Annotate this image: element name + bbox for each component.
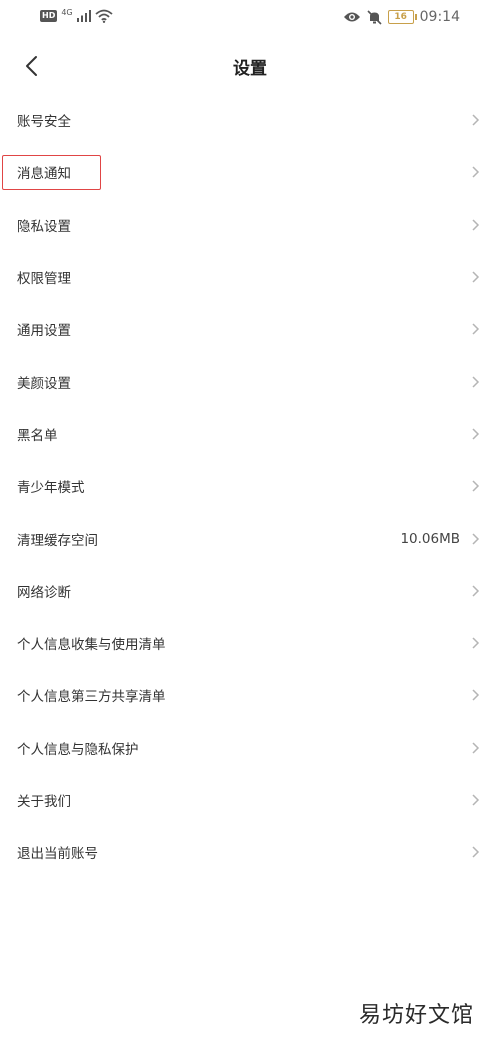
chevron-right-icon — [472, 585, 480, 597]
page-title: 设置 — [233, 59, 267, 79]
settings-item[interactable]: 个人信息与隐私保护 — [0, 722, 500, 774]
settings-item-label: 关于我们 — [17, 794, 71, 810]
settings-item[interactable]: 权限管理 — [0, 251, 500, 303]
chevron-right-icon — [472, 846, 480, 858]
chevron-right-icon — [472, 794, 480, 806]
battery-level: 16 — [394, 12, 407, 22]
chevron-right-icon — [472, 428, 480, 440]
settings-item[interactable]: 通用设置 — [0, 303, 500, 355]
settings-list: 账号安全消息通知隐私设置权限管理通用设置美颜设置黑名单青少年模式清理缓存空间 10… — [0, 94, 500, 878]
wifi-icon — [95, 9, 113, 23]
status-bar: HD 4G 16 09:14 — [0, 0, 500, 38]
chevron-right-icon — [472, 219, 480, 231]
status-right: 16 09:14 — [343, 9, 460, 25]
chevron-right-icon — [472, 376, 480, 388]
settings-item-value: 10.06MB — [400, 530, 460, 547]
settings-item[interactable]: 美颜设置 — [0, 355, 500, 407]
chevron-right-icon — [472, 271, 480, 283]
network-type: 4G — [61, 8, 73, 17]
settings-item[interactable]: 个人信息第三方共享清单 — [0, 669, 500, 721]
nav-bar: 设置 — [0, 40, 500, 92]
settings-item-label: 青少年模式 — [17, 480, 85, 497]
bell-mute-icon — [367, 9, 382, 25]
settings-item-label: 个人信息与隐私保护 — [17, 741, 139, 758]
settings-item[interactable]: 清理缓存空间 10.06MB — [0, 512, 500, 564]
settings-item-label: 网络诊断 — [17, 584, 71, 601]
settings-item-label: 退出当前账号 — [17, 846, 98, 863]
settings-item[interactable]: 关于我们 — [0, 774, 500, 826]
eye-icon — [343, 12, 360, 22]
settings-item[interactable]: 账号安全 — [0, 94, 500, 146]
settings-item-label: 账号安全 — [17, 114, 71, 131]
settings-item-label: 黑名单 — [17, 427, 58, 444]
chevron-right-icon — [472, 532, 480, 545]
chevron-right-icon — [472, 637, 480, 649]
status-left: HD 4G — [40, 8, 113, 23]
settings-item[interactable]: 消息通知 — [0, 146, 500, 198]
settings-item-label: 隐私设置 — [17, 218, 71, 235]
status-time: 09:14 — [419, 9, 460, 25]
chevron-right-icon — [472, 742, 480, 754]
chevron-right-icon — [472, 689, 480, 701]
chevron-right-icon — [472, 166, 480, 178]
settings-item-label: 个人信息第三方共享清单 — [17, 689, 166, 706]
battery-icon: 16 — [387, 10, 417, 24]
settings-item[interactable]: 青少年模式 — [0, 460, 500, 512]
settings-item[interactable]: 黑名单 — [0, 408, 500, 460]
settings-item-label: 美颜设置 — [17, 375, 71, 392]
settings-item-label: 权限管理 — [17, 271, 71, 288]
hd-badge: HD — [40, 10, 58, 22]
settings-item-label: 清理缓存空间 — [17, 532, 98, 549]
chevron-right-icon — [472, 480, 480, 492]
settings-item[interactable]: 退出当前账号 — [0, 826, 500, 878]
settings-item-label: 通用设置 — [17, 323, 71, 340]
settings-item-label: 个人信息收集与使用清单 — [17, 637, 166, 654]
signal-icon — [76, 10, 91, 22]
settings-item-label: 消息通知 — [17, 166, 71, 183]
settings-item[interactable]: 隐私设置 — [0, 199, 500, 251]
chevron-right-icon — [472, 114, 480, 126]
chevron-right-icon — [472, 323, 480, 335]
settings-item[interactable]: 个人信息收集与使用清单 — [0, 617, 500, 669]
settings-item[interactable]: 网络诊断 — [0, 565, 500, 617]
watermark: 易坊好文馆 — [358, 1003, 474, 1028]
